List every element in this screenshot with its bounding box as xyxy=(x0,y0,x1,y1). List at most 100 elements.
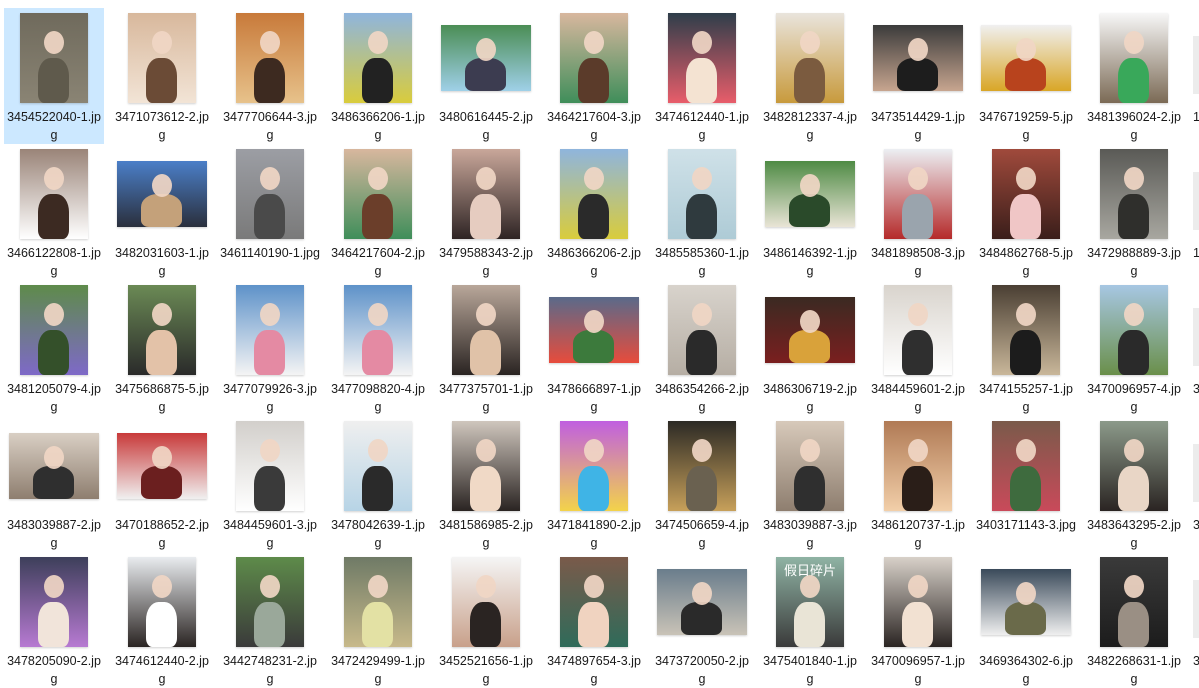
file-item-clipped[interactable]: 1 xyxy=(1193,144,1199,280)
file-item[interactable]: 3403171143-3.jpg xyxy=(976,416,1076,552)
file-item[interactable]: 3470188652-2.jpg xyxy=(112,416,212,552)
file-name-label: 3469364302-6.jpg xyxy=(979,654,1073,686)
file-item[interactable]: 3485585360-1.jpg xyxy=(652,144,752,280)
file-name-label: 3481586985-2.jpg xyxy=(439,518,533,550)
file-item[interactable]: 3464217604-2.jpg xyxy=(328,144,428,280)
photo-subject-head xyxy=(368,303,388,326)
file-item[interactable]: 3471073612-2.jpg xyxy=(112,8,212,144)
file-item[interactable]: 3481898508-3.jpg xyxy=(868,144,968,280)
file-item[interactable]: 3474506659-4.jpg xyxy=(652,416,752,552)
file-item[interactable]: 3471841890-2.jpg xyxy=(544,416,644,552)
file-item[interactable]: 3481586985-2.jpg xyxy=(436,416,536,552)
thumbnail-frame xyxy=(544,144,644,244)
thumbnail-frame xyxy=(4,552,104,652)
file-item[interactable]: 3474612440-2.jpg xyxy=(112,552,212,688)
photo-subject-head xyxy=(368,439,388,462)
file-item-clipped[interactable]: 3 xyxy=(1193,416,1199,552)
file-item[interactable]: 3464217604-3.jpg xyxy=(544,8,644,144)
file-item[interactable]: 3481396024-2.jpg xyxy=(1084,8,1184,144)
thumbnail-image xyxy=(452,149,520,239)
file-item[interactable]: 3473720050-2.jpg xyxy=(652,552,752,688)
file-item[interactable]: 3486146392-1.jpg xyxy=(760,144,860,280)
file-item[interactable]: 3477098820-4.jpg xyxy=(328,280,428,416)
file-item[interactable]: 3480616445-2.jpg xyxy=(436,8,536,144)
file-name-label: 3472988889-3.jpg xyxy=(1087,246,1181,278)
file-item-clipped[interactable]: 1 xyxy=(1193,8,1199,144)
thumbnail-image xyxy=(128,285,196,375)
file-item[interactable]: 3478205090-2.jpg xyxy=(4,552,104,688)
photo-subject-head xyxy=(44,31,64,54)
file-name-label: 3472429499-1.jpg xyxy=(331,654,425,686)
thumbnail-image xyxy=(344,285,412,375)
file-item-clipped[interactable]: 3 xyxy=(1193,280,1199,416)
file-item[interactable]: 3442748231-2.jpg xyxy=(220,552,320,688)
file-item[interactable]: 假日碎片 3475401840-1.jpg xyxy=(760,552,860,688)
file-item[interactable]: 3474897654-3.jpg xyxy=(544,552,644,688)
file-item[interactable]: 3469364302-6.jpg xyxy=(976,552,1076,688)
file-item[interactable]: 3478666897-1.jpg xyxy=(544,280,644,416)
file-item[interactable]: 3476719259-5.jpg xyxy=(976,8,1076,144)
file-item[interactable]: 3477375701-1.jpg xyxy=(436,280,536,416)
photo-subject-head xyxy=(152,303,172,326)
file-item[interactable]: 3482812337-4.jpg xyxy=(760,8,860,144)
thumbnail-frame xyxy=(976,416,1076,516)
file-item[interactable]: 3477079926-3.jpg xyxy=(220,280,320,416)
file-item[interactable]: 3483039887-3.jpg xyxy=(760,416,860,552)
file-item[interactable]: 3477706644-3.jpg xyxy=(220,8,320,144)
file-item-clipped[interactable]: 3 xyxy=(1193,552,1199,688)
file-item[interactable]: 3454522040-1.jpg xyxy=(4,8,104,144)
file-item[interactable]: 3482031603-1.jpg xyxy=(112,144,212,280)
photo-subject-shape xyxy=(470,330,501,375)
photo-subject-shape xyxy=(465,58,506,91)
file-item[interactable]: 3482268631-1.jpg xyxy=(1084,552,1184,688)
file-name-label: 3482268631-1.jpg xyxy=(1087,654,1181,686)
file-item[interactable]: 3473514429-1.jpg xyxy=(868,8,968,144)
file-name-label: 3481898508-3.jpg xyxy=(871,246,965,278)
thumbnail-image xyxy=(1193,580,1199,638)
file-name-label: 3477706644-3.jpg xyxy=(223,110,317,142)
file-item[interactable]: 3486366206-2.jpg xyxy=(544,144,644,280)
photo-subject-shape xyxy=(902,602,933,647)
thumbnail-image xyxy=(9,433,99,499)
file-item[interactable]: 3466122808-1.jpg xyxy=(4,144,104,280)
photo-subject-head xyxy=(368,167,388,190)
file-item[interactable]: 3475686875-5.jpg xyxy=(112,280,212,416)
file-name-label: 3452521656-1.jpg xyxy=(439,654,533,686)
file-item[interactable]: 3483039887-2.jpg xyxy=(4,416,104,552)
file-item[interactable]: 3486306719-2.jpg xyxy=(760,280,860,416)
file-item[interactable]: 3474612440-1.jpg xyxy=(652,8,752,144)
file-item[interactable]: 3481205079-4.jpg xyxy=(4,280,104,416)
thumbnail-image xyxy=(117,433,207,499)
file-item[interactable]: 3478042639-1.jpg xyxy=(328,416,428,552)
thumbnail-image xyxy=(452,421,520,511)
thumbnail-image xyxy=(981,569,1071,635)
file-item[interactable]: 3484459601-3.jpg xyxy=(220,416,320,552)
file-item[interactable]: 3483643295-2.jpg xyxy=(1084,416,1184,552)
file-item[interactable]: 3452521656-1.jpg xyxy=(436,552,536,688)
file-item[interactable]: 3486354266-2.jpg xyxy=(652,280,752,416)
photo-subject-head xyxy=(692,167,712,190)
photo-subject-shape xyxy=(1010,466,1041,511)
photo-subject-shape xyxy=(254,58,285,103)
file-item[interactable]: 3486120737-1.jpg xyxy=(868,416,968,552)
file-item[interactable]: 3479588343-2.jpg xyxy=(436,144,536,280)
thumbnail-image xyxy=(452,285,520,375)
file-item[interactable]: 3486366206-1.jpg xyxy=(328,8,428,144)
file-item[interactable]: 3461140190-1.jpg xyxy=(220,144,320,280)
file-item[interactable]: 3470096957-1.jpg xyxy=(868,552,968,688)
file-item[interactable]: 3484862768-5.jpg xyxy=(976,144,1076,280)
file-item[interactable]: 3472429499-1.jpg xyxy=(328,552,428,688)
file-item[interactable]: 3470096957-4.jpg xyxy=(1084,280,1184,416)
file-item[interactable]: 3484459601-2.jpg xyxy=(868,280,968,416)
photo-subject-shape xyxy=(362,58,393,103)
file-item[interactable]: 3474155257-1.jpg xyxy=(976,280,1076,416)
file-name-label: 3471841890-2.jpg xyxy=(547,518,641,550)
photo-subject-shape xyxy=(578,466,609,511)
thumbnail-image xyxy=(1100,557,1168,647)
file-item[interactable]: 3472988889-3.jpg xyxy=(1084,144,1184,280)
photo-subject-head xyxy=(260,575,280,598)
photo-subject-shape xyxy=(686,330,717,375)
photo-subject-head xyxy=(908,38,928,61)
thumbnail-image xyxy=(1100,421,1168,511)
thumbnail-image xyxy=(765,161,855,227)
